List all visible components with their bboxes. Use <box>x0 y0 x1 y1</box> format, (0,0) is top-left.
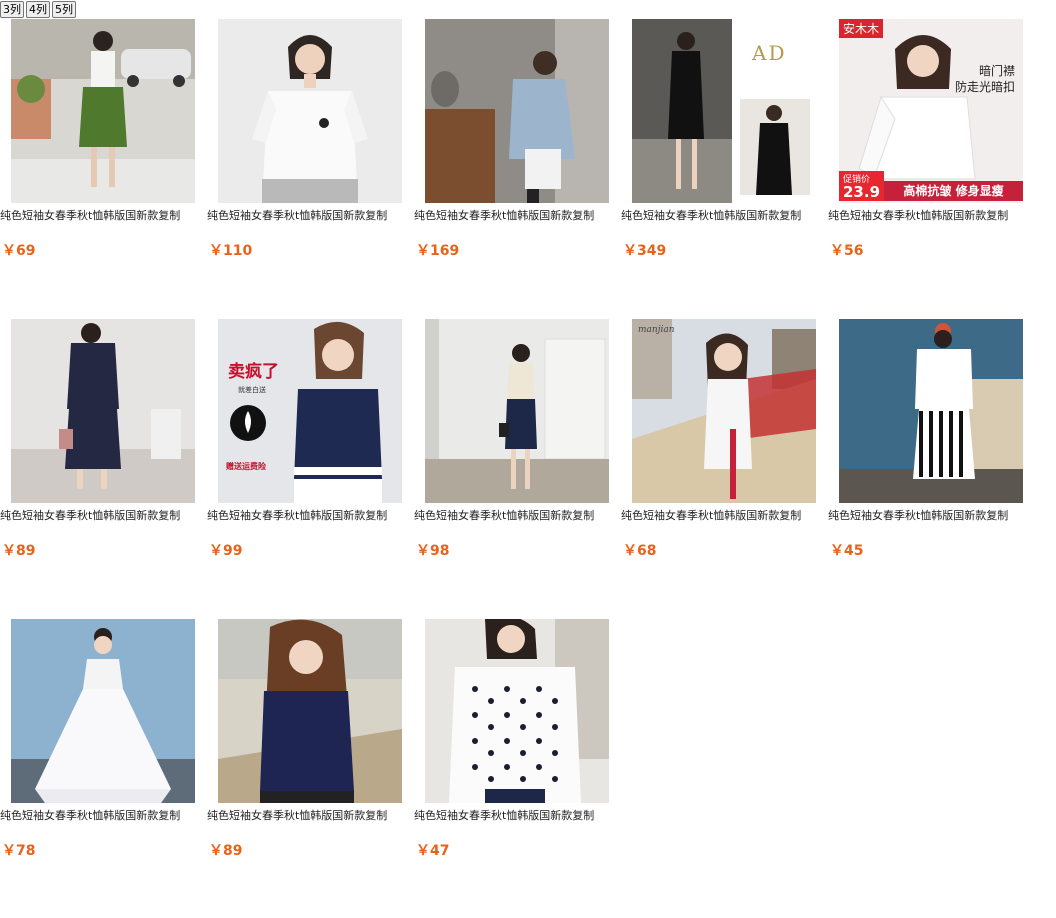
product-card[interactable]: 纯色短袖女春季秋t恤韩版国新款复制 ￥169 <box>414 18 621 318</box>
product-price: ￥47 <box>416 843 450 859</box>
product-card[interactable]: 纯色短袖女春季秋t恤韩版国新款复制 ￥89 <box>207 618 414 918</box>
product-image[interactable] <box>11 319 195 503</box>
promo-subtext: 就差白送 <box>238 386 266 394</box>
product-price: ￥89 <box>209 843 243 859</box>
column-toggle-toolbar: 3列 4列 5列 <box>0 1 76 18</box>
product-title[interactable]: 纯色短袖女春季秋t恤韩版国新款复制 <box>0 809 207 823</box>
promo-price-box: 促销价 23.9 <box>839 171 885 201</box>
product-price: ￥69 <box>2 243 36 259</box>
product-title[interactable]: 纯色短袖女春季秋t恤韩版国新款复制 <box>828 509 1035 523</box>
product-title[interactable]: 纯色短袖女春季秋t恤韩版国新款复制 <box>414 509 621 523</box>
product-card[interactable]: 纯色短袖女春季秋t恤韩版国新款复制 ￥78 <box>0 618 207 918</box>
product-price: ￥99 <box>209 543 243 559</box>
product-price: ￥78 <box>2 843 36 859</box>
five-column-button[interactable]: 5列 <box>52 1 76 18</box>
brand-logo-text: AD <box>752 41 787 65</box>
product-title[interactable]: 纯色短袖女春季秋t恤韩版国新款复制 <box>414 809 621 823</box>
feature-line: 防走光暗扣 <box>954 80 1015 94</box>
three-column-button[interactable]: 3列 <box>0 1 24 18</box>
promo-banner: 促销价 23.9 高棉抗皱 修身显瘦 <box>839 169 1023 203</box>
product-image[interactable]: 安木木 暗门襟 防走光暗扣 促销价 23.9 高棉抗皱 修身显瘦 <box>839 19 1023 203</box>
product-image[interactable] <box>425 319 609 503</box>
product-image[interactable] <box>11 619 195 803</box>
product-card[interactable]: 纯色短袖女春季秋t恤韩版国新款复制 ￥45 <box>828 318 1035 618</box>
promo-headline: 卖疯了 <box>228 362 279 382</box>
product-title[interactable]: 纯色短袖女春季秋t恤韩版国新款复制 <box>207 809 414 823</box>
promo-slogan: 高棉抗皱 修身显瘦 <box>884 181 1023 201</box>
product-image[interactable] <box>218 19 402 203</box>
product-card[interactable]: 纯色短袖女春季秋t恤韩版国新款复制 ￥47 <box>414 618 621 918</box>
product-price: ￥45 <box>830 543 864 559</box>
product-card[interactable]: AD 纯色短袖女春季秋t恤韩版国新款复制 ￥349 <box>621 18 828 318</box>
product-image[interactable]: manjian <box>632 319 816 503</box>
product-title[interactable]: 纯色短袖女春季秋t恤韩版国新款复制 <box>621 509 828 523</box>
product-image[interactable]: 卖疯了 就差白送 赠送运费险 <box>218 319 402 503</box>
promo-bottom-text: 赠送运费险 <box>226 462 266 471</box>
product-price: ￥56 <box>830 243 864 259</box>
product-image[interactable] <box>11 19 195 203</box>
product-price: ￥98 <box>416 543 450 559</box>
product-price: ￥349 <box>623 243 667 259</box>
product-price: ￥169 <box>416 243 460 259</box>
product-card[interactable]: 纯色短袖女春季秋t恤韩版国新款复制 ￥110 <box>207 18 414 318</box>
product-image[interactable] <box>218 619 402 803</box>
product-card[interactable]: 安木木 暗门襟 防走光暗扣 促销价 23.9 高棉抗皱 修身显瘦 纯色短袖女春季… <box>828 18 1035 318</box>
feature-text: 暗门襟 防走光暗扣 <box>955 63 1015 95</box>
product-image[interactable]: AD <box>632 19 816 203</box>
product-card[interactable]: 卖疯了 就差白送 赠送运费险 纯色短袖女春季秋t恤韩版国新款复制 ￥99 <box>207 318 414 618</box>
product-title[interactable]: 纯色短袖女春季秋t恤韩版国新款复制 <box>207 509 414 523</box>
product-title[interactable]: 纯色短袖女春季秋t恤韩版国新款复制 <box>207 209 414 223</box>
product-card[interactable]: manjian 纯色短袖女春季秋t恤韩版国新款复制 ￥68 <box>621 318 828 618</box>
product-title[interactable]: 纯色短袖女春季秋t恤韩版国新款复制 <box>621 209 828 223</box>
product-price: ￥89 <box>2 543 36 559</box>
feature-line: 暗门襟 <box>978 64 1015 78</box>
four-column-button[interactable]: 4列 <box>26 1 50 18</box>
promo-price: 23.9 <box>843 183 881 201</box>
product-image[interactable] <box>425 19 609 203</box>
product-title[interactable]: 纯色短袖女春季秋t恤韩版国新款复制 <box>414 209 621 223</box>
brand-badge: 安木木 <box>839 19 884 38</box>
product-title[interactable]: 纯色短袖女春季秋t恤韩版国新款复制 <box>0 209 207 223</box>
product-price: ￥110 <box>209 243 253 259</box>
product-card[interactable]: 纯色短袖女春季秋t恤韩版国新款复制 ￥98 <box>414 318 621 618</box>
product-price: ￥68 <box>623 543 657 559</box>
product-grid: 纯色短袖女春季秋t恤韩版国新款复制 ￥69 纯色短袖女春季秋t恤韩版国新款复制 … <box>0 18 1035 918</box>
product-image[interactable] <box>425 619 609 803</box>
product-title[interactable]: 纯色短袖女春季秋t恤韩版国新款复制 <box>0 509 207 523</box>
brand-script-text: manjian <box>638 325 675 335</box>
product-title[interactable]: 纯色短袖女春季秋t恤韩版国新款复制 <box>828 209 1035 223</box>
product-image[interactable] <box>839 319 1023 503</box>
product-card[interactable]: 纯色短袖女春季秋t恤韩版国新款复制 ￥69 <box>0 18 207 318</box>
product-card[interactable]: 纯色短袖女春季秋t恤韩版国新款复制 ￥89 <box>0 318 207 618</box>
